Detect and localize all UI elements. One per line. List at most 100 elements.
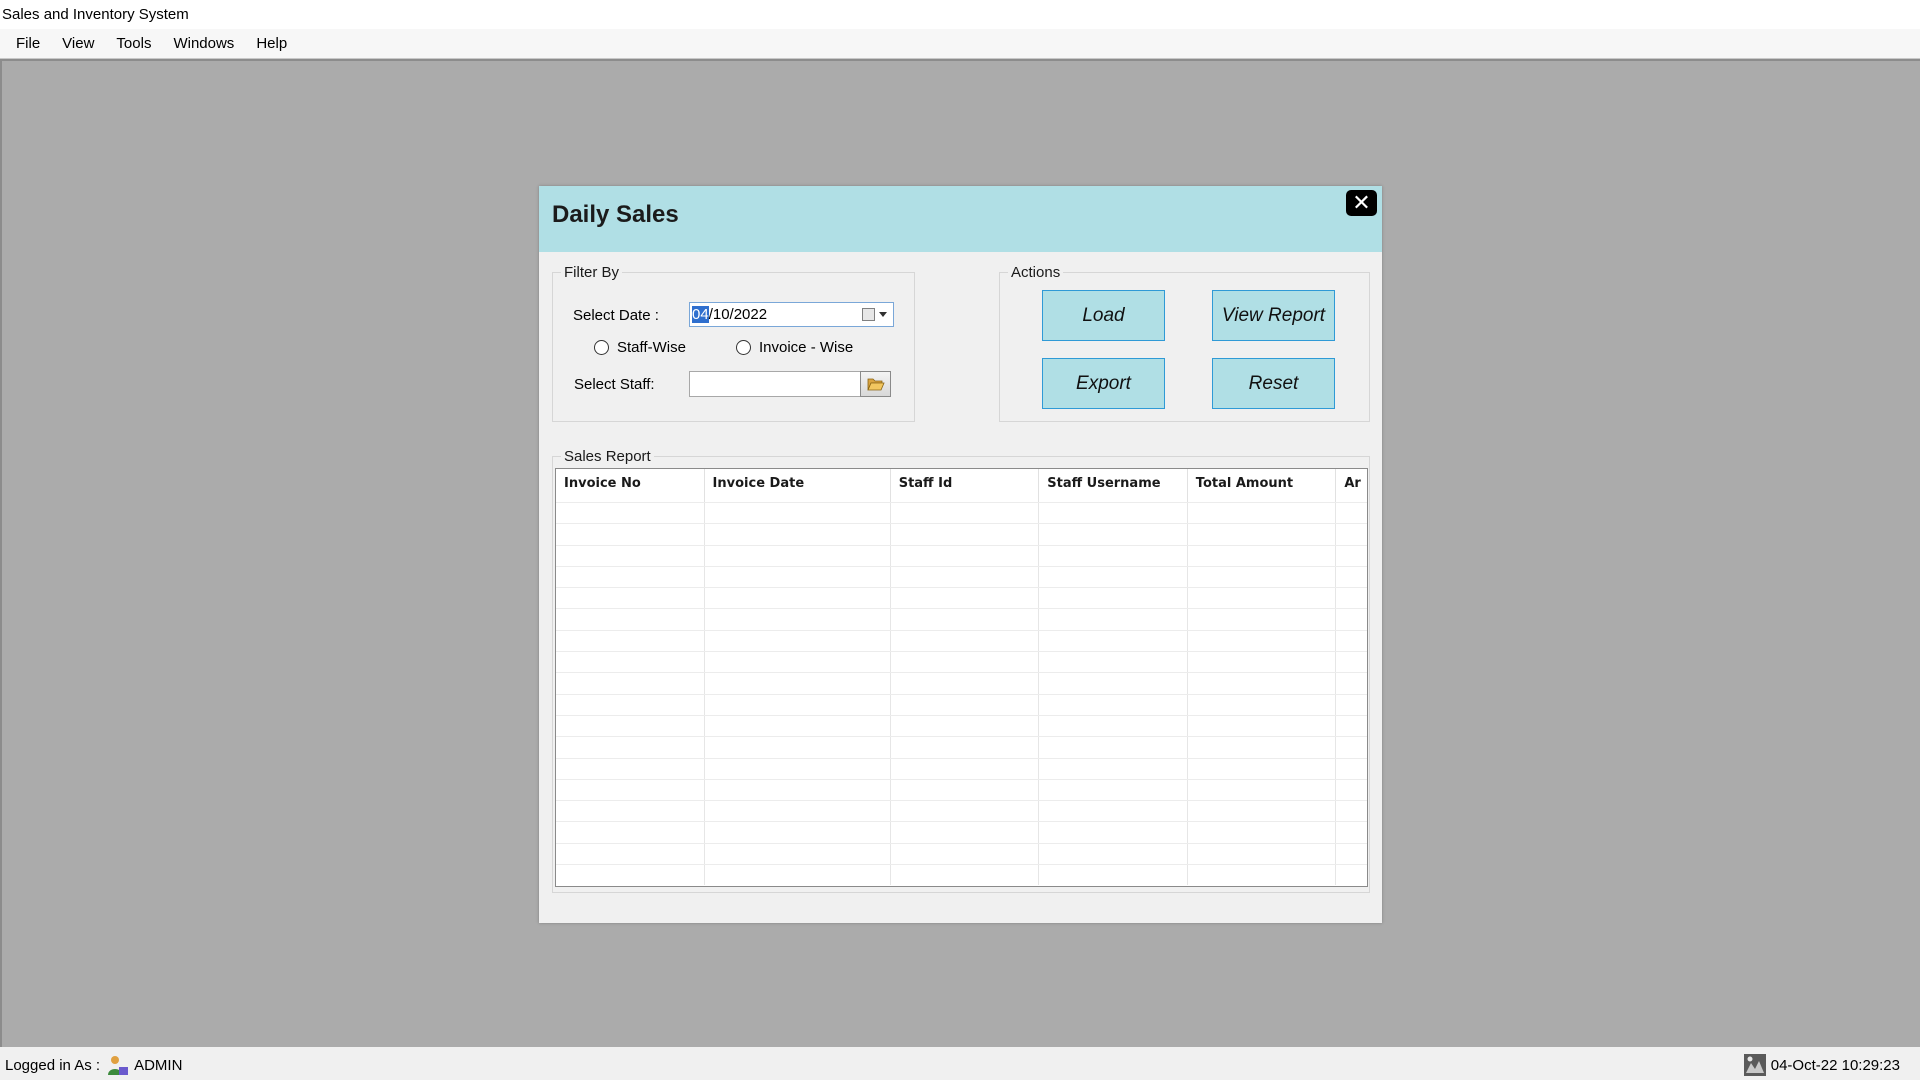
table-cell[interactable] — [705, 758, 891, 779]
table-cell[interactable] — [1039, 630, 1188, 652]
table-cell[interactable] — [1188, 843, 1337, 865]
table-cell[interactable] — [1336, 822, 1367, 842]
close-button[interactable]: ✕ — [1346, 190, 1377, 216]
load-button[interactable]: Load — [1042, 290, 1165, 341]
table-row[interactable] — [556, 800, 1367, 822]
table-cell[interactable] — [556, 801, 705, 822]
table-cell[interactable] — [1039, 801, 1188, 822]
sales-report-grid[interactable]: Invoice No Invoice Date Staff Id Staff U… — [555, 468, 1368, 887]
table-row[interactable] — [556, 629, 1367, 652]
table-cell[interactable] — [1336, 865, 1367, 885]
table-cell[interactable] — [705, 822, 891, 843]
table-cell[interactable] — [891, 503, 1040, 524]
table-cell[interactable] — [891, 673, 1040, 694]
table-cell[interactable] — [1188, 673, 1337, 694]
table-row[interactable] — [556, 693, 1367, 715]
table-cell[interactable] — [556, 630, 705, 652]
table-cell[interactable] — [1188, 566, 1337, 588]
table-cell[interactable] — [891, 715, 1040, 737]
table-cell[interactable] — [705, 865, 891, 886]
table-cell[interactable] — [891, 822, 1040, 843]
table-cell[interactable] — [891, 545, 1040, 566]
column-header-invoice-date[interactable]: Invoice Date — [705, 469, 891, 502]
table-cell[interactable] — [1188, 715, 1337, 737]
table-row[interactable] — [556, 608, 1367, 630]
table-cell[interactable] — [1336, 546, 1367, 566]
chevron-down-icon[interactable] — [879, 312, 887, 317]
table-cell[interactable] — [705, 715, 891, 737]
table-cell[interactable] — [1188, 779, 1337, 801]
table-cell[interactable] — [1336, 844, 1367, 864]
staff-wise-radio[interactable]: Staff-Wise — [594, 339, 686, 356]
table-cell[interactable] — [891, 630, 1040, 652]
table-cell[interactable] — [1039, 843, 1188, 865]
table-cell[interactable] — [556, 694, 705, 715]
table-cell[interactable] — [1039, 822, 1188, 843]
table-row[interactable] — [556, 672, 1367, 694]
table-cell[interactable] — [1039, 737, 1188, 758]
table-cell[interactable] — [1188, 524, 1337, 545]
table-cell[interactable] — [556, 673, 705, 694]
table-row[interactable] — [556, 587, 1367, 609]
table-cell[interactable] — [891, 588, 1040, 609]
staff-wise-radio-circle[interactable] — [594, 340, 609, 355]
table-row[interactable] — [556, 778, 1367, 801]
staff-input[interactable] — [689, 371, 861, 397]
table-cell[interactable] — [556, 524, 705, 545]
table-cell[interactable] — [1336, 652, 1367, 672]
table-cell[interactable] — [556, 503, 705, 524]
menu-tools[interactable]: Tools — [106, 31, 161, 56]
table-cell[interactable] — [1336, 716, 1367, 736]
table-cell[interactable] — [891, 566, 1040, 588]
table-cell[interactable] — [891, 652, 1040, 673]
invoice-wise-radio[interactable]: Invoice - Wise — [736, 339, 853, 356]
table-cell[interactable] — [1039, 652, 1188, 673]
table-cell[interactable] — [1336, 588, 1367, 608]
column-header-amount-partial[interactable]: Ar — [1336, 469, 1367, 502]
table-cell[interactable] — [556, 609, 705, 630]
table-cell[interactable] — [1039, 503, 1188, 524]
table-cell[interactable] — [1336, 567, 1367, 587]
date-picker[interactable]: 04 /10/2022 — [689, 302, 894, 327]
table-cell[interactable] — [891, 758, 1040, 779]
table-cell[interactable] — [1188, 865, 1337, 886]
table-cell[interactable] — [1188, 652, 1337, 673]
table-cell[interactable] — [1188, 694, 1337, 715]
column-header-total-amount[interactable]: Total Amount — [1188, 469, 1337, 502]
table-cell[interactable] — [705, 630, 891, 652]
table-cell[interactable] — [1188, 822, 1337, 843]
table-row[interactable] — [556, 821, 1367, 843]
table-cell[interactable] — [705, 737, 891, 758]
table-row[interactable] — [556, 714, 1367, 737]
table-row[interactable] — [556, 523, 1367, 545]
invoice-wise-radio-circle[interactable] — [736, 340, 751, 355]
table-cell[interactable] — [556, 822, 705, 843]
table-cell[interactable] — [1039, 545, 1188, 566]
view-report-button[interactable]: View Report — [1212, 290, 1335, 341]
table-row[interactable] — [556, 757, 1367, 779]
table-cell[interactable] — [891, 694, 1040, 715]
table-cell[interactable] — [705, 588, 891, 609]
table-cell[interactable] — [1188, 545, 1337, 566]
table-cell[interactable] — [705, 524, 891, 545]
table-cell[interactable] — [556, 715, 705, 737]
table-cell[interactable] — [1188, 609, 1337, 630]
table-cell[interactable] — [1188, 588, 1337, 609]
table-cell[interactable] — [1188, 737, 1337, 758]
table-cell[interactable] — [1188, 801, 1337, 822]
table-cell[interactable] — [891, 524, 1040, 545]
table-cell[interactable] — [1039, 524, 1188, 545]
table-cell[interactable] — [1039, 673, 1188, 694]
table-cell[interactable] — [891, 801, 1040, 822]
table-cell[interactable] — [1336, 695, 1367, 715]
table-cell[interactable] — [705, 801, 891, 822]
table-row[interactable] — [556, 736, 1367, 758]
table-cell[interactable] — [1336, 737, 1367, 757]
table-cell[interactable] — [891, 865, 1040, 886]
menu-windows[interactable]: Windows — [163, 31, 244, 56]
table-cell[interactable] — [1039, 566, 1188, 588]
table-cell[interactable] — [705, 609, 891, 630]
table-cell[interactable] — [1336, 609, 1367, 629]
table-cell[interactable] — [705, 652, 891, 673]
table-cell[interactable] — [556, 652, 705, 673]
